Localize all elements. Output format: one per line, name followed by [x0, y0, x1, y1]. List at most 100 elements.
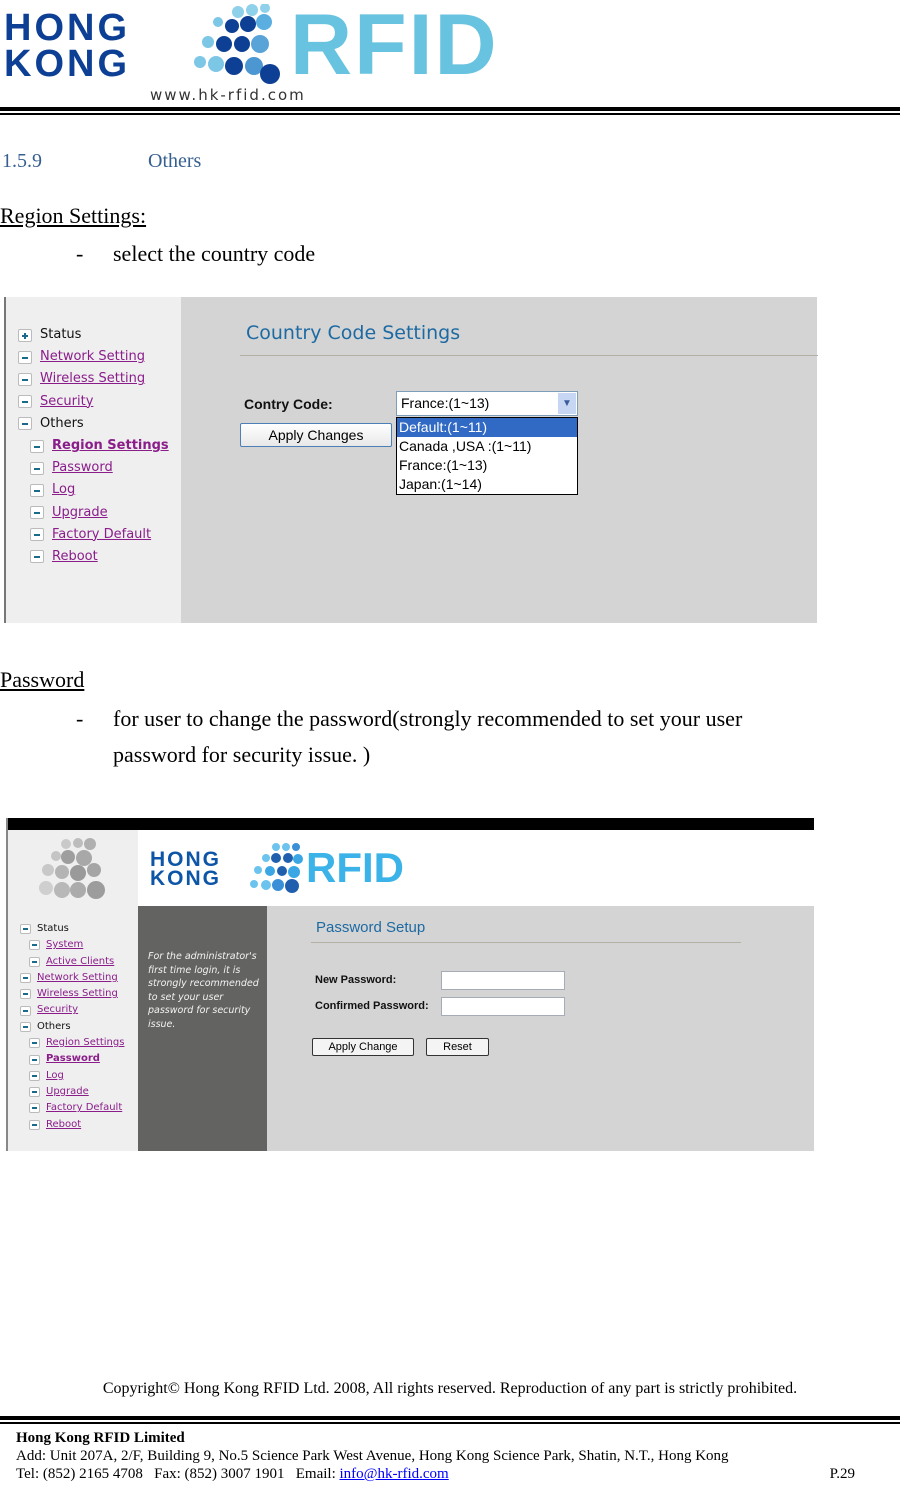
- sidebar-item-label[interactable]: Upgrade: [52, 502, 108, 524]
- dropdown-option[interactable]: France:(1~13): [397, 456, 577, 475]
- reset-button[interactable]: Reset: [426, 1038, 489, 1056]
- country-code-label: Contry Code:: [244, 396, 333, 412]
- sidebar-item-label[interactable]: System: [46, 937, 83, 953]
- sidebar-item-label[interactable]: Region Settings: [52, 435, 169, 457]
- sidebar-item-wireless-setting[interactable]: Wireless Setting: [20, 986, 124, 1002]
- sidebar-item-label[interactable]: Factory Default: [52, 524, 151, 546]
- sidebar-item-factory-default[interactable]: Factory Default: [18, 524, 169, 546]
- collapse-icon[interactable]: [29, 1038, 40, 1049]
- collapse-icon[interactable]: [30, 506, 44, 520]
- sidebar-item-password[interactable]: Password: [20, 1051, 124, 1067]
- sidebar-item-status[interactable]: Status: [20, 921, 124, 937]
- sidebar-nav: Status Network Setting Wireless Setting Sec…: [18, 324, 169, 568]
- sidebar-item-status[interactable]: Status: [18, 324, 169, 346]
- sidebar-item-factory-default[interactable]: Factory Default: [20, 1100, 124, 1116]
- company-contact: Tel: (852) 2165 4708 Fax: (852) 3007 190…: [16, 1466, 449, 1483]
- collapse-icon[interactable]: [18, 350, 32, 364]
- password-bullet-line-2: password for security issue. ): [113, 742, 371, 767]
- sidebar-item-label[interactable]: Reboot: [46, 1117, 81, 1133]
- collapse-icon[interactable]: [20, 989, 31, 1000]
- sidebar-item-upgrade[interactable]: Upgrade: [18, 502, 169, 524]
- sidebar-item-label[interactable]: Password: [46, 1051, 100, 1067]
- sidebar-item-system[interactable]: System: [20, 937, 124, 953]
- collapse-icon[interactable]: [30, 550, 44, 564]
- sidebar-item-label[interactable]: Active Clients: [46, 954, 114, 970]
- logo-wordmark: HONG KONG: [4, 9, 130, 83]
- chevron-down-icon[interactable]: ▼: [558, 393, 576, 414]
- sidebar-item-label: Others: [40, 415, 84, 431]
- dropdown-option[interactable]: Japan:(1~14): [397, 475, 577, 494]
- sidebar-item-network-setting[interactable]: Network Setting: [18, 346, 169, 368]
- sidebar-item-label[interactable]: Factory Default: [46, 1100, 122, 1116]
- collapse-icon[interactable]: [29, 1070, 40, 1081]
- logo-dots-icon: [250, 843, 303, 893]
- sidebar-item-label[interactable]: Log: [52, 479, 75, 501]
- sidebar-item-label[interactable]: Wireless Setting: [37, 986, 118, 1002]
- sidebar-item-log[interactable]: Log: [18, 479, 169, 501]
- sidebar-item-active-clients[interactable]: Active Clients: [20, 954, 124, 970]
- sidebar-item-label[interactable]: Network Setting: [37, 970, 118, 986]
- sidebar-item-security[interactable]: Security: [18, 391, 169, 413]
- sidebar-item-reboot[interactable]: Reboot: [20, 1117, 124, 1133]
- sidebar-item-label[interactable]: Security: [37, 1002, 78, 1018]
- sidebar-item-label: Status: [40, 327, 82, 342]
- logo-line-2: KONG: [150, 867, 221, 890]
- apply-change-button[interactable]: Apply Change: [312, 1038, 414, 1056]
- collapse-icon[interactable]: [20, 973, 31, 984]
- country-code-select[interactable]: France:(1~13) ▼: [396, 391, 578, 416]
- sidebar-item-password[interactable]: Password: [18, 457, 169, 479]
- expand-icon[interactable]: [18, 328, 32, 342]
- sidebar-item-label: Others: [37, 1020, 71, 1032]
- copyright-notice: Copyright© Hong Kong RFID Ltd. 2008, All…: [102, 1380, 798, 1397]
- sidebar-item-label[interactable]: Upgrade: [46, 1084, 89, 1100]
- collapse-icon[interactable]: [18, 395, 32, 409]
- collapse-icon[interactable]: [18, 372, 32, 386]
- sidebar-item-label[interactable]: Network Setting: [40, 346, 145, 368]
- window-top-bar: [8, 818, 814, 830]
- sidebar-item-others[interactable]: Others: [20, 1019, 124, 1035]
- sidebar-item-region-settings[interactable]: Region Settings: [18, 435, 169, 457]
- collapse-icon[interactable]: [29, 956, 40, 967]
- banner: HONG KONG RFID: [138, 830, 816, 906]
- confirmed-password-input[interactable]: [441, 997, 565, 1016]
- collapse-icon[interactable]: [29, 940, 40, 951]
- collapse-icon[interactable]: [29, 1087, 40, 1098]
- sidebar-item-log[interactable]: Log: [20, 1068, 124, 1084]
- sidebar-item-upgrade[interactable]: Upgrade: [20, 1084, 124, 1100]
- selected-value: France:(1~13): [401, 395, 490, 411]
- sidebar-item-label[interactable]: Reboot: [52, 546, 98, 568]
- confirmed-password-label: Confirmed Password:: [315, 1000, 429, 1012]
- dropdown-option[interactable]: Default:(1~11): [397, 418, 577, 437]
- new-password-label: New Password:: [315, 974, 397, 986]
- sidebar-item-region-settings[interactable]: Region Settings: [20, 1035, 124, 1051]
- dropdown-option[interactable]: Canada ,USA :(1~11): [397, 437, 577, 456]
- sidebar-item-label[interactable]: Log: [46, 1068, 64, 1084]
- logo-brand: RFID: [290, 0, 499, 93]
- collapse-icon[interactable]: [30, 439, 44, 453]
- collapse-icon[interactable]: [20, 924, 31, 935]
- collapse-icon[interactable]: [20, 1005, 31, 1016]
- sidebar-item-label[interactable]: Password: [52, 457, 113, 479]
- collapse-icon[interactable]: [18, 417, 32, 431]
- collapse-icon[interactable]: [29, 1119, 40, 1130]
- bullet-dash: -: [76, 241, 84, 266]
- collapse-icon[interactable]: [30, 483, 44, 497]
- email-link[interactable]: info@hk-rfid.com: [340, 1466, 449, 1482]
- new-password-input[interactable]: [441, 971, 565, 990]
- sidebar-item-security[interactable]: Security: [20, 1002, 124, 1018]
- sidebar-item-label[interactable]: Wireless Setting: [40, 368, 145, 390]
- sidebar-item-wireless-setting[interactable]: Wireless Setting: [18, 368, 169, 390]
- apply-changes-button[interactable]: Apply Changes: [240, 423, 392, 447]
- collapse-icon[interactable]: [20, 1021, 31, 1032]
- sidebar-item-label[interactable]: Security: [40, 391, 93, 413]
- header-divider-thin: [0, 113, 900, 115]
- sidebar-item-reboot[interactable]: Reboot: [18, 546, 169, 568]
- collapse-icon[interactable]: [30, 528, 44, 542]
- collapse-icon[interactable]: [29, 1103, 40, 1114]
- sidebar-item-label[interactable]: Region Settings: [46, 1035, 124, 1051]
- collapse-icon[interactable]: [30, 461, 44, 475]
- title-divider: [240, 355, 818, 356]
- sidebar-item-others[interactable]: Others: [18, 413, 169, 435]
- collapse-icon[interactable]: [29, 1054, 40, 1065]
- sidebar-item-network-setting[interactable]: Network Setting: [20, 970, 124, 986]
